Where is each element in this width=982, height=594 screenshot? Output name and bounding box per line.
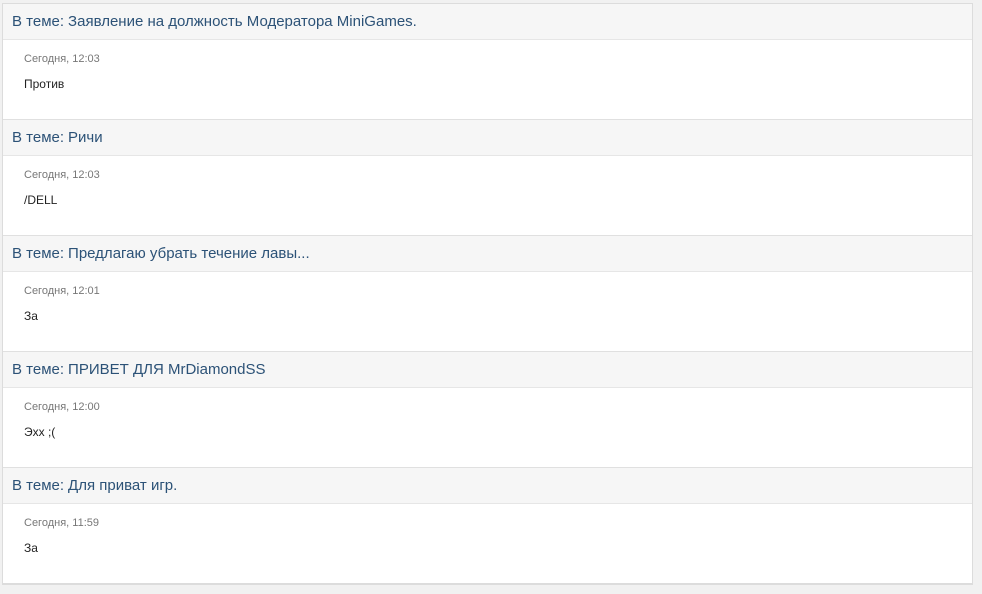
post-body: Сегодня, 12:01 За [3, 272, 972, 351]
topic-prefix: В теме: [12, 477, 65, 494]
post-timestamp: Сегодня, 12:03 [24, 169, 100, 181]
post-topic-link[interactable]: В теме: Предлагаю убрать течение лавы... [3, 236, 972, 272]
topic-title[interactable]: Ричи [68, 129, 103, 146]
topic-prefix: В теме: [12, 245, 65, 262]
post-timestamp: Сегодня, 12:00 [24, 401, 100, 413]
topic-title[interactable]: Предлагаю убрать течение лавы... [68, 245, 310, 262]
post-text: Против [24, 77, 65, 91]
activity-feed: В теме: Заявление на должность Модератор… [2, 3, 973, 585]
post-topic-link[interactable]: В теме: Ричи [3, 120, 972, 156]
topic-title[interactable]: Заявление на должность Модератора MiniGa… [68, 13, 417, 30]
post-text: Эхх ;( [24, 425, 56, 439]
post-topic-link[interactable]: В теме: ПРИВЕТ ДЛЯ MrDiamondSS [3, 352, 972, 388]
post-body: Сегодня, 12:03 Против [3, 40, 972, 119]
topic-prefix: В теме: [12, 129, 65, 146]
post-body: Сегодня, 11:59 За [3, 504, 972, 583]
post-text: За [24, 309, 38, 323]
feed-post: В теме: Предлагаю убрать течение лавы...… [3, 235, 972, 351]
post-text: За [24, 541, 38, 555]
post-text: /DELL [24, 193, 58, 207]
feed-post: В теме: Для приват игр. Сегодня, 11:59 З… [3, 467, 972, 583]
topic-title[interactable]: ПРИВЕТ ДЛЯ MrDiamondSS [68, 361, 265, 378]
feed-post: В теме: Заявление на должность Модератор… [3, 4, 972, 119]
post-timestamp: Сегодня, 11:59 [24, 517, 99, 529]
feed-post: В теме: Ричи Сегодня, 12:03 /DELL [3, 119, 972, 235]
post-body: Сегодня, 12:03 /DELL [3, 156, 972, 235]
post-body: Сегодня, 12:00 Эхх ;( [3, 388, 972, 467]
topic-prefix: В теме: [12, 361, 65, 378]
post-timestamp: Сегодня, 12:01 [24, 285, 100, 297]
feed-post: В теме: ПРИВЕТ ДЛЯ MrDiamondSS Сегодня, … [3, 351, 972, 467]
post-topic-link[interactable]: В теме: Для приват игр. [3, 468, 972, 504]
topic-title[interactable]: Для приват игр. [68, 477, 177, 494]
post-topic-link[interactable]: В теме: Заявление на должность Модератор… [3, 4, 972, 40]
post-timestamp: Сегодня, 12:03 [24, 53, 100, 65]
topic-prefix: В теме: [12, 13, 65, 30]
